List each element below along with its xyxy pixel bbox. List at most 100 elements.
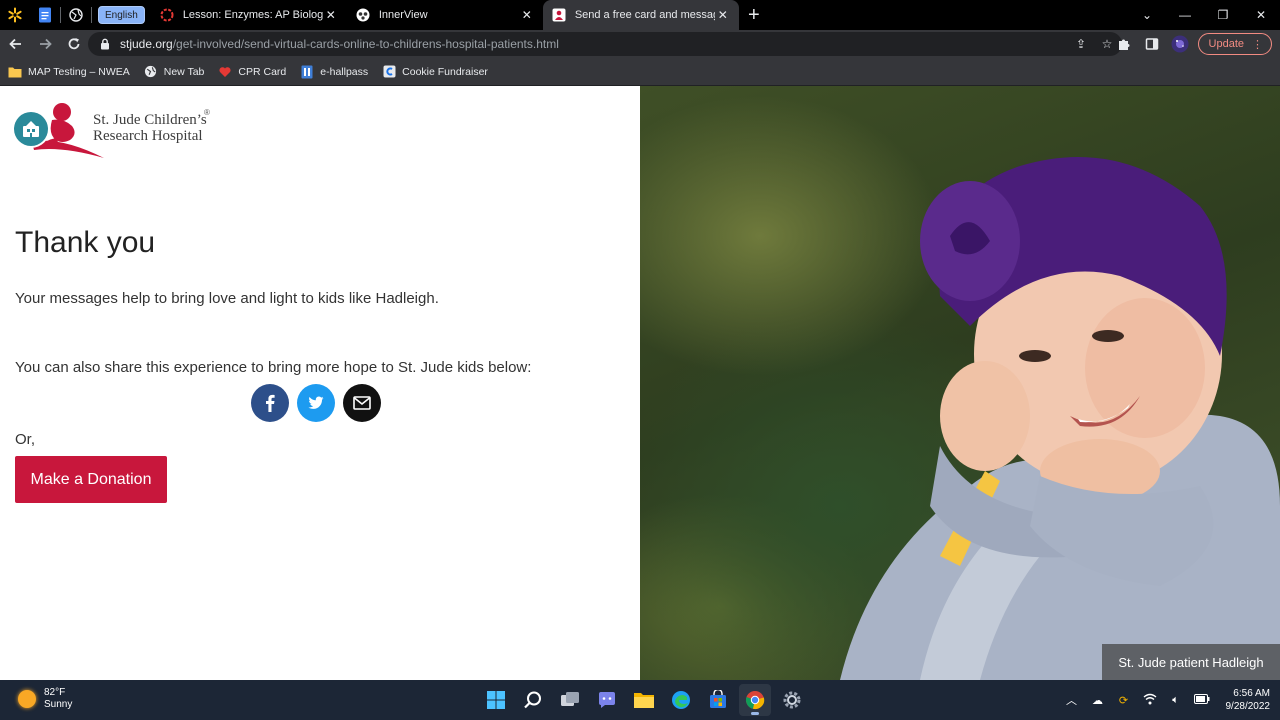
minimize-icon[interactable]: —	[1166, 0, 1204, 30]
reload-icon[interactable]	[61, 30, 87, 58]
tab-strip: English Lesson: Enzymes: AP Biology - S1…	[0, 0, 1280, 30]
twitter-share-button[interactable]	[297, 384, 335, 422]
taskbar-chrome[interactable]	[739, 684, 771, 716]
pinned-tab-docs[interactable]	[30, 0, 60, 30]
taskbar-store[interactable]	[702, 684, 734, 716]
clock[interactable]: 6:56 AM 9/28/2022	[1226, 687, 1271, 713]
tab-st-jude[interactable]: Send a free card and message to ✕	[542, 0, 739, 30]
toolbar-actions: Update ⋮	[1114, 30, 1272, 58]
browser-toolbar: stjude.org/get-involved/send-virtual-car…	[0, 30, 1280, 58]
tab-title: Send a free card and message to	[574, 9, 715, 21]
bookmark-label: MAP Testing – NWEA	[28, 65, 130, 78]
side-panel-icon[interactable]	[1142, 34, 1162, 54]
bookmark-map-testing[interactable]: MAP Testing – NWEA	[8, 65, 130, 79]
taskbar-edge[interactable]	[665, 684, 697, 716]
edge-icon	[672, 691, 690, 709]
windows-logo-icon	[487, 691, 505, 709]
content-panel: St. Jude Children’s Research Hospital ® …	[0, 86, 640, 680]
search-icon	[524, 691, 541, 709]
page-title: Thank you	[15, 226, 156, 259]
taskbar-teams[interactable]	[591, 684, 623, 716]
facebook-share-button[interactable]	[251, 384, 289, 422]
make-donation-button[interactable]: Make a Donation	[15, 456, 167, 503]
back-arrow-icon[interactable]	[3, 30, 29, 58]
close-tab-icon[interactable]: ✕	[715, 7, 731, 23]
logo-text: St. Jude Children’s Research Hospital	[93, 112, 207, 144]
patient-photo-illustration	[840, 157, 1280, 680]
globe-icon	[69, 8, 83, 22]
tab-search-chevron-icon[interactable]: ⌄	[1128, 0, 1166, 30]
folder-icon	[8, 65, 22, 79]
cookie-fundraiser-icon	[382, 65, 396, 79]
share-page-icon[interactable]: ⇪	[1072, 37, 1090, 51]
more-menu-icon[interactable]: ⋮	[1252, 38, 1263, 51]
address-bar-actions: ⇪ ☆	[1072, 32, 1116, 56]
taskbar-settings[interactable]	[776, 684, 808, 716]
start-button[interactable]	[480, 684, 512, 716]
taskbar-file-explorer[interactable]	[628, 684, 660, 716]
bookmark-label: New Tab	[163, 65, 205, 78]
accessibility-widget-button[interactable]	[14, 112, 48, 146]
taskbar-search[interactable]	[517, 684, 549, 716]
bookmark-label: e-hallpass	[320, 65, 369, 78]
st-jude-favicon-icon	[551, 7, 567, 23]
tab-innerview[interactable]: InnerView ✕	[347, 0, 543, 30]
logo-line-2: Research Hospital	[93, 128, 203, 144]
show-hidden-icons-chevron-icon[interactable]: ︿	[1064, 692, 1080, 708]
tab-separator	[91, 7, 92, 23]
google-docs-icon	[39, 7, 51, 23]
close-window-icon[interactable]: ✕	[1242, 0, 1280, 30]
bookmark-e-hallpass[interactable]: e-hallpass	[300, 65, 368, 79]
weather-condition: Sunny	[44, 699, 73, 710]
facebook-icon	[266, 394, 275, 412]
address-bar[interactable]: stjude.org/get-involved/send-virtual-car…	[88, 32, 1122, 56]
screen: English Lesson: Enzymes: AP Biology - S1…	[0, 0, 1280, 720]
twitter-icon	[308, 396, 324, 409]
weather-widget[interactable]: 82°F Sunny	[18, 687, 72, 711]
update-button[interactable]: Update ⋮	[1197, 33, 1272, 55]
sun-icon	[18, 690, 36, 708]
bookmarks-bar: MAP Testing – NWEA New Tab CPR Card e-ha…	[0, 58, 1280, 86]
email-share-button[interactable]	[343, 384, 381, 422]
profile-avatar[interactable]	[1170, 34, 1190, 54]
url-path: /get-involved/send-virtual-cards-online-…	[172, 37, 559, 51]
pinned-tab-globe[interactable]	[61, 0, 91, 30]
chrome-icon	[745, 691, 765, 710]
forward-arrow-icon[interactable]	[32, 30, 58, 58]
hero-photo: St. Jude patient Hadleigh	[640, 86, 1280, 680]
share-buttons	[251, 384, 381, 422]
thank-you-message: Your messages help to bring love and lig…	[15, 290, 439, 307]
taskbar-task-view[interactable]	[554, 684, 586, 716]
bookmark-cookie-fundraiser[interactable]: Cookie Fundraiser	[382, 65, 488, 79]
language-chip[interactable]: English	[98, 6, 145, 24]
onedrive-cloud-icon[interactable]: ☁	[1090, 694, 1106, 707]
task-view-icon	[561, 692, 579, 706]
pinned-tab-walmart[interactable]	[0, 0, 30, 30]
globe-icon	[144, 65, 158, 79]
bookmark-new-tab[interactable]: New Tab	[144, 65, 205, 79]
close-tab-icon[interactable]: ✕	[519, 7, 535, 23]
pinned-tabs: English	[0, 0, 151, 30]
restore-icon[interactable]: ❐	[1204, 0, 1242, 30]
teams-chat-icon	[599, 692, 615, 708]
new-tab-button[interactable]: +	[739, 0, 769, 30]
web-page: St. Jude Children’s Research Hospital ® …	[0, 86, 1280, 680]
bookmark-cpr-card[interactable]: CPR Card	[218, 65, 286, 79]
system-tray: ︿ ☁ ⟳ 🔈︎ 6:56 AM 9/28/2022	[1064, 680, 1271, 720]
gear-icon	[783, 691, 801, 709]
innerview-favicon-icon	[355, 7, 371, 23]
store-icon	[710, 690, 726, 708]
lock-icon[interactable]	[98, 37, 112, 51]
wifi-icon[interactable]	[1142, 693, 1158, 708]
bookmark-label: Cookie Fundraiser	[402, 65, 488, 78]
extensions-puzzle-icon[interactable]	[1114, 34, 1134, 54]
battery-icon[interactable]	[1193, 693, 1210, 707]
sync-icon[interactable]: ⟳	[1116, 694, 1132, 707]
envelope-icon	[353, 396, 371, 410]
url-host: stjude.org	[120, 37, 173, 51]
photo-caption: St. Jude patient Hadleigh	[1102, 644, 1280, 680]
close-tab-icon[interactable]: ✕	[323, 7, 339, 23]
volume-icon[interactable]: 🔈︎	[1168, 694, 1184, 707]
tab-enzymes[interactable]: Lesson: Enzymes: AP Biology - S1 ✕	[151, 0, 347, 30]
walmart-spark-icon	[8, 7, 22, 23]
